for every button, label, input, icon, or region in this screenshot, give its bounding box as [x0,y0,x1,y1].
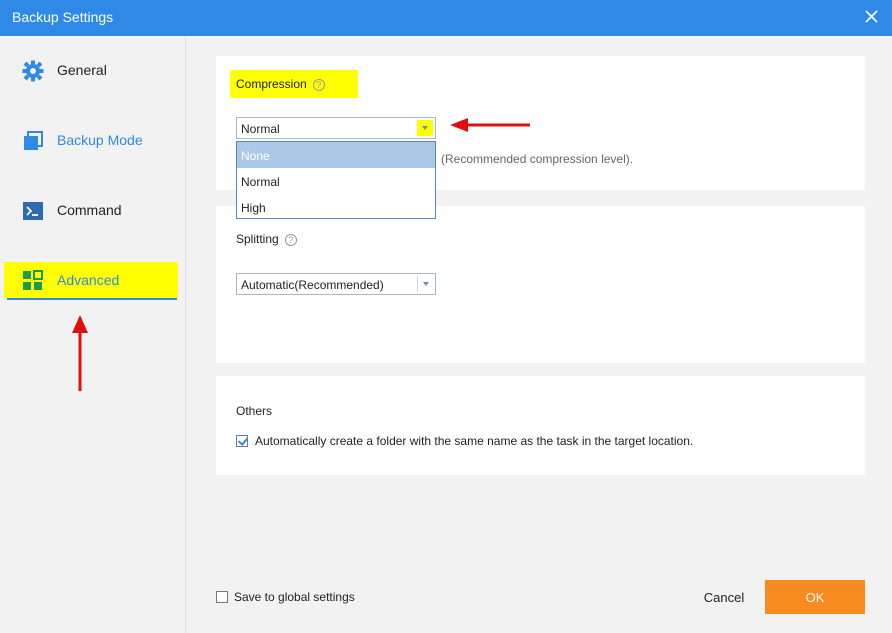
dropdown-option-none[interactable]: None [237,142,435,168]
dropdown-option-high[interactable]: High [237,194,435,220]
main-panel: Compression? Normal Splitting? Automatic… [186,36,892,633]
chevron-down-icon [422,126,428,130]
gear-icon [22,60,44,82]
save-global-label: Save to global settings [234,590,355,604]
close-icon [865,10,878,23]
compression-select-arrow[interactable] [417,120,433,136]
auto-folder-checkbox[interactable] [236,435,248,447]
sidebar: General Backup Mode Command Advanced [0,36,186,633]
auto-folder-label: Automatically create a folder with the s… [255,434,694,448]
sidebar-item-label: Backup Mode [57,132,143,148]
splitting-card: Splitting? Automatic(Recommended) [216,206,865,363]
splitting-select[interactable]: Automatic(Recommended) [236,273,436,295]
splitting-title-text: Splitting [236,232,279,246]
sidebar-item-advanced[interactable]: Advanced [0,262,186,322]
sidebar-item-command[interactable]: Command [0,186,186,236]
dropdown-option-normal[interactable]: Normal [237,168,435,194]
cancel-button[interactable]: Cancel [694,587,754,609]
sidebar-item-label: General [57,62,107,78]
window-title: Backup Settings [12,9,114,25]
ok-button[interactable]: OK [765,580,865,614]
grid-icon [23,270,43,290]
selected-underline [7,298,177,300]
title-bar: Backup Settings [0,0,892,36]
save-global-checkbox[interactable] [216,591,228,603]
compression-select-value: Normal [241,122,280,136]
splitting-select-value: Automatic(Recommended) [241,278,384,292]
close-button[interactable] [862,6,882,28]
sidebar-item-backup-mode[interactable]: Backup Mode [0,116,186,166]
splitting-title: Splitting? [236,232,297,246]
compression-hint: (Recommended compression level). [441,152,634,166]
compression-dropdown-list: None Normal High [236,141,436,219]
others-title: Others [236,404,273,418]
sidebar-item-label: Advanced [57,272,120,288]
splitting-select-arrow[interactable] [417,276,433,292]
sidebar-item-general[interactable]: General [0,46,186,96]
others-card: Others Automatically create a folder wit… [216,376,865,475]
sidebar-item-label: Command [57,202,122,218]
command-icon [23,202,43,220]
chevron-down-icon [423,282,429,286]
compression-title-text: Compression [236,77,307,91]
help-icon[interactable]: ? [284,233,297,246]
backup-mode-icon [24,131,43,150]
compression-select[interactable]: Normal [236,117,436,139]
help-icon[interactable]: ? [312,78,325,91]
compression-title: Compression? [236,77,325,91]
